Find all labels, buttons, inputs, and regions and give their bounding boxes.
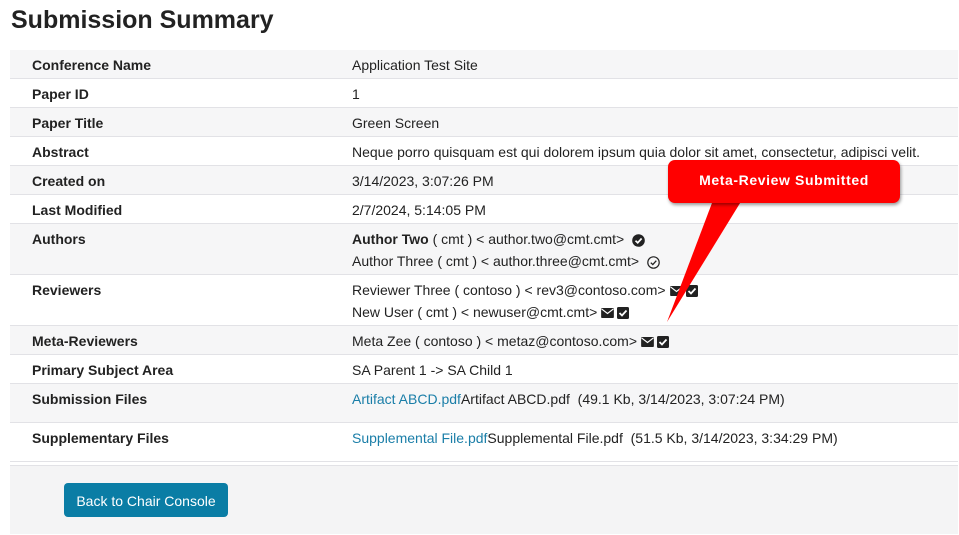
reviewer-text: New User ( cmt ) < newuser@cmt.cmt> [352, 304, 598, 320]
paper-id-value: 1 [352, 86, 360, 102]
envelope-icon[interactable] [601, 308, 614, 318]
table-row: Paper ID 1 [10, 78, 958, 108]
footer-bar: Back to Chair Console [10, 465, 958, 534]
submission-file-info: (49.1 Kb, 3/14/2023, 3:07:24 PM) [569, 391, 785, 407]
author-name: Author Three [352, 253, 434, 269]
table-row: Primary Subject Area SA Parent 1 -> SA Ch… [10, 354, 958, 384]
row-label: Conference Name [32, 57, 152, 73]
back-to-chair-console-button[interactable]: Back to Chair Console [64, 483, 228, 517]
submission-summary-table: Conference Name Application Test Site Pap… [10, 50, 958, 462]
checkbox-checked-icon [617, 307, 629, 319]
meta-review-submitted-callout: Meta-Review Submitted [668, 160, 900, 203]
conference-name-value: Application Test Site [352, 57, 478, 73]
table-row: Paper Title Green Screen [10, 107, 958, 137]
row-label: Paper Title [32, 115, 104, 131]
row-label: Submission Files [32, 391, 148, 407]
supplementary-file-name: Supplemental File.pdf [487, 430, 623, 446]
table-row: Conference Name Application Test Site [10, 50, 958, 79]
envelope-icon[interactable] [641, 337, 654, 347]
envelope-icon[interactable] [670, 286, 683, 296]
row-label: Last Modified [32, 202, 123, 218]
row-label: Paper ID [32, 86, 89, 102]
row-label: Meta-Reviewers [32, 333, 138, 349]
author-details: ( cmt ) < author.three@cmt.cmt> [433, 253, 640, 269]
row-label: Primary Subject Area [32, 362, 174, 378]
author-details: ( cmt ) < author.two@cmt.cmt> [428, 231, 625, 247]
reviewer-text: Reviewer Three ( contoso ) < rev3@contos… [352, 282, 666, 298]
author-item: Author Three ( cmt ) < author.three@cmt.… [352, 250, 958, 272]
paper-title-value: Green Screen [352, 115, 440, 131]
table-row: Submission Files Artifact ABCD.pdfArtifa… [10, 383, 958, 423]
table-row-reviewers: Reviewers Reviewer Three ( contoso ) < r… [10, 274, 958, 326]
submission-file-link[interactable]: Artifact ABCD.pdf [352, 391, 461, 407]
check-circle-outline-icon [647, 255, 660, 269]
check-circle-filled-icon [632, 233, 645, 247]
supplementary-file-info: (51.5 Kb, 3/14/2023, 3:34:29 PM) [622, 430, 838, 446]
checkbox-checked-icon [686, 285, 698, 297]
submission-file-name: Artifact ABCD.pdf [460, 391, 570, 407]
meta-reviewer-item: Meta Zee ( contoso ) < metaz@contoso.com… [352, 326, 958, 354]
reviewer-item: New User ( cmt ) < newuser@cmt.cmt> [352, 301, 958, 323]
author-name: Author Two [352, 231, 429, 247]
row-label: Reviewers [32, 282, 102, 298]
table-row-meta-reviewers: Meta-Reviewers Meta Zee ( contoso ) < me… [10, 325, 958, 355]
page-title: Submission Summary [11, 6, 274, 34]
row-label: Supplementary Files [32, 430, 169, 446]
row-label: Authors [32, 231, 86, 247]
supplementary-file-link[interactable]: Supplemental File.pdf [352, 430, 487, 446]
table-row: Supplementary Files Supplemental File.pd… [10, 422, 958, 462]
author-item: Author Two ( cmt ) < author.two@cmt.cmt> [352, 228, 958, 250]
reviewer-item: Reviewer Three ( contoso ) < rev3@contos… [352, 279, 958, 301]
row-label: Abstract [32, 144, 89, 160]
meta-reviewer-text: Meta Zee ( contoso ) < metaz@contoso.com… [352, 333, 638, 349]
checkbox-checked-icon [657, 336, 669, 348]
row-label: Created on [32, 173, 106, 189]
table-row-authors: Authors Author Two ( cmt ) < author.two@… [10, 223, 958, 275]
subject-area-value: SA Parent 1 -> SA Child 1 [352, 362, 513, 378]
